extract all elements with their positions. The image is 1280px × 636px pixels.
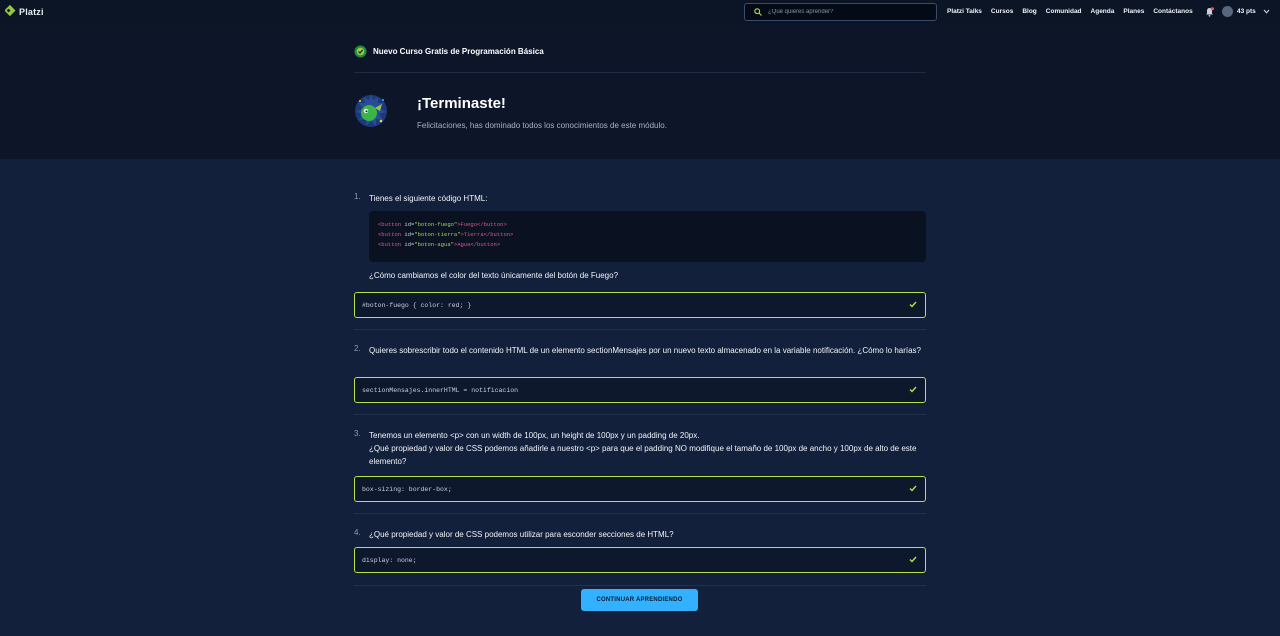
result-subtitle: Felicitaciones, has dominado todos los c… bbox=[417, 121, 667, 130]
question-divider bbox=[354, 513, 926, 514]
answer-option-correct[interactable]: sectionMensajes.innerHTML = notificacion bbox=[354, 377, 926, 403]
question-number: 3. bbox=[354, 429, 361, 438]
check-icon bbox=[909, 485, 917, 492]
avatar bbox=[1222, 6, 1233, 17]
search-input[interactable] bbox=[768, 9, 928, 15]
search-icon bbox=[754, 8, 762, 16]
answer-text: display: none; bbox=[362, 556, 417, 564]
nav-link-contactanos[interactable]: Contáctanos bbox=[1153, 8, 1192, 15]
check-icon bbox=[909, 386, 917, 393]
header-divider bbox=[354, 72, 926, 73]
nav-link-cursos[interactable]: Cursos bbox=[991, 8, 1013, 15]
code-line: <button id="boton-fuego">Fuego</button> bbox=[378, 221, 507, 228]
platzi-logo-icon bbox=[5, 5, 16, 17]
nav-link-planes[interactable]: Planes bbox=[1123, 8, 1144, 15]
question-text-line: Tenemos un elemento <p> con un width de … bbox=[369, 431, 700, 440]
answer-option-correct[interactable]: #boton-fuego { color: red; } bbox=[354, 292, 926, 318]
chevron-down-icon bbox=[1263, 9, 1270, 14]
question-text: Quieres sobrescribir todo el contenido H… bbox=[369, 346, 922, 355]
question-text: Tienes el siguiente código HTML: bbox=[369, 194, 488, 203]
course-badge-icon bbox=[354, 45, 367, 58]
search-box[interactable] bbox=[744, 3, 937, 21]
check-icon bbox=[909, 556, 917, 563]
question-text: Tenemos un elemento <p> con un width de … bbox=[369, 429, 929, 468]
user-menu[interactable]: 43 pts bbox=[1222, 6, 1270, 17]
question-number: 1. bbox=[354, 192, 361, 201]
brand-name: Platzi bbox=[19, 6, 44, 17]
nav-link-platzi-talks[interactable]: Platzi Talks bbox=[947, 8, 982, 15]
answer-text: #boton-fuego { color: red; } bbox=[362, 301, 472, 309]
continue-learning-button[interactable]: CONTINUAR APRENDIENDO bbox=[581, 589, 698, 611]
header-band bbox=[0, 25, 1280, 159]
question-text: ¿Qué propiedad y valor de CSS podemos ut… bbox=[369, 530, 674, 539]
answer-option-correct[interactable]: display: none; bbox=[354, 547, 926, 573]
code-snippet: <button id="boton-fuego">Fuego</button> … bbox=[369, 211, 926, 262]
code-line: <button id="boton-agua">Agua</button> bbox=[378, 241, 501, 248]
answer-text: sectionMensajes.innerHTML = notificacion bbox=[362, 386, 519, 394]
answer-option-correct[interactable]: box-sizing: border-box; bbox=[354, 476, 926, 502]
nav-links: Platzi Talks Cursos Blog Comunidad Agend… bbox=[947, 8, 1193, 15]
question-follow-up: ¿Cómo cambiamos el color del texto única… bbox=[369, 271, 619, 280]
question-divider bbox=[354, 329, 926, 330]
result-title: ¡Terminaste! bbox=[417, 95, 506, 112]
platzi-logo[interactable]: Platzi bbox=[5, 5, 44, 18]
question-divider bbox=[354, 585, 926, 586]
achievement-badge-icon bbox=[355, 94, 387, 127]
question-divider bbox=[354, 414, 926, 415]
course-breadcrumb[interactable]: Nuevo Curso Gratis de Programación Básic… bbox=[354, 45, 544, 58]
notification-bell-icon[interactable] bbox=[1205, 7, 1214, 17]
course-title: Nuevo Curso Gratis de Programación Básic… bbox=[373, 47, 544, 56]
top-navbar: Platzi Platzi Talks Cursos Blog Comunida… bbox=[0, 0, 1280, 25]
nav-link-blog[interactable]: Blog bbox=[1022, 8, 1036, 15]
check-icon bbox=[909, 301, 917, 308]
nav-link-comunidad[interactable]: Comunidad bbox=[1046, 8, 1082, 15]
question-text-line: ¿Qué propiedad y valor de CSS podemos añ… bbox=[369, 444, 917, 466]
answer-text: box-sizing: border-box; bbox=[362, 485, 452, 493]
question-number: 2. bbox=[354, 344, 361, 353]
question-number: 4. bbox=[354, 528, 361, 537]
code-line: <button id="boton-tierra">Tierra</button… bbox=[378, 231, 514, 238]
nav-link-agenda[interactable]: Agenda bbox=[1091, 8, 1115, 15]
user-points: 43 pts bbox=[1237, 8, 1256, 15]
